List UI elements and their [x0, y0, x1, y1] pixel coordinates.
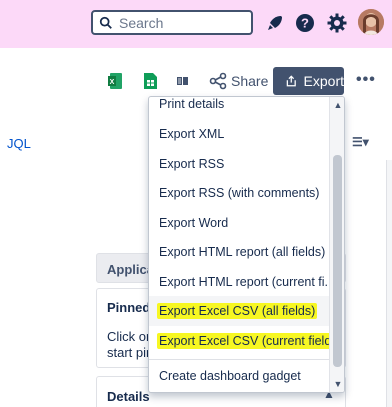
share-icon	[209, 72, 227, 90]
menu-item-export-xml[interactable]: Export XML	[149, 119, 329, 149]
view-toggle-icon[interactable]: ☰▾	[352, 135, 369, 149]
menu-item-label: Export Excel CSV (all fields)	[157, 303, 318, 319]
svg-text:X: X	[110, 79, 115, 86]
jql-link[interactable]: JQL	[7, 136, 31, 151]
menu-item-export-html-all[interactable]: Export HTML report (all fields)	[149, 237, 329, 267]
share-button[interactable]: Share	[209, 70, 268, 92]
scroll-up-icon[interactable]: ▲	[330, 97, 344, 113]
sheets-icon[interactable]	[142, 72, 158, 90]
export-button[interactable]: Export	[273, 67, 344, 95]
menu-divider	[149, 359, 329, 360]
menu-item-export-rss-comments[interactable]: Export RSS (with comments)	[149, 178, 329, 208]
menu-item-export-word[interactable]: Export Word	[149, 208, 329, 238]
top-navigation-bar: Search ?	[0, 0, 392, 48]
menu-item-label: Export Excel CSV (current fields)	[157, 333, 329, 349]
search-input[interactable]: Search	[91, 10, 253, 35]
scroll-down-icon[interactable]: ▼	[330, 376, 344, 392]
details-panel-title: Details	[107, 389, 150, 404]
help-icon[interactable]: ?	[294, 12, 316, 34]
rocket-icon[interactable]	[264, 12, 286, 34]
pinned-panel-text: start pin	[107, 345, 154, 360]
menu-item-create-dashboard-gadget[interactable]: Create dashboard gadget	[149, 361, 329, 391]
search-placeholder: Search	[119, 14, 164, 31]
menu-item-export-html-current[interactable]: Export HTML report (current fi...	[149, 267, 329, 297]
export-icon	[286, 75, 296, 87]
excel-icon[interactable]: X	[107, 72, 123, 90]
menu-item-export-csv-current[interactable]: Export Excel CSV (current fields)	[149, 326, 329, 356]
gear-icon[interactable]	[326, 12, 348, 34]
menu-scrollbar[interactable]: ▲ ▼	[329, 97, 344, 392]
svg-text:?: ?	[301, 16, 309, 31]
export-dropdown-menu: Print details Export XML Export RSS Expo…	[148, 96, 345, 393]
avatar[interactable]	[358, 9, 384, 35]
export-label: Export	[303, 73, 344, 89]
right-scrollbar[interactable]	[386, 160, 392, 407]
share-label: Share	[231, 73, 269, 89]
more-actions-button[interactable]: •••	[356, 71, 376, 89]
menu-item-export-csv-all[interactable]: Export Excel CSV (all fields)	[149, 296, 329, 326]
search-icon	[99, 16, 112, 29]
menu-item-print-details[interactable]: Print details	[149, 97, 329, 119]
pinned-panel-text: Click on	[107, 329, 154, 344]
scrollbar-thumb[interactable]	[333, 155, 342, 367]
menu-item-export-rss[interactable]: Export RSS	[149, 149, 329, 179]
word-doc-icon[interactable]	[176, 72, 192, 90]
